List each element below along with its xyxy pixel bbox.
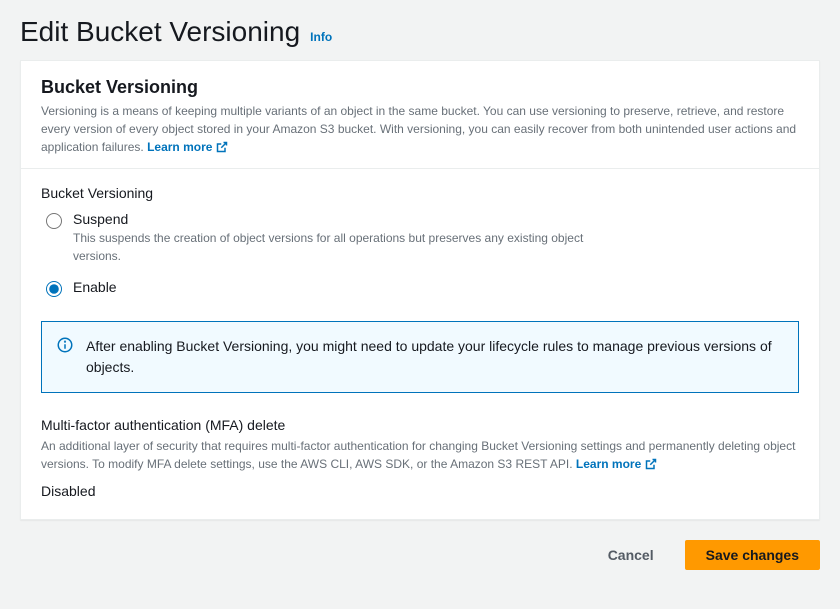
radio-suspend-label: Suspend [73,211,633,227]
panel-description: Versioning is a means of keeping multipl… [41,102,799,156]
panel-header: Bucket Versioning Versioning is a means … [21,61,819,169]
info-icon [56,336,74,354]
radio-suspend-description: This suspends the creation of object ver… [73,229,633,265]
learn-more-label: Learn more [576,455,641,473]
versioning-info-alert: After enabling Bucket Versioning, you mi… [41,321,799,393]
radio-enable[interactable] [46,281,62,297]
mfa-learn-more-link[interactable]: Learn more [576,455,657,473]
mfa-description-text: An additional layer of security that req… [41,439,795,471]
mfa-delete-value: Disabled [41,483,799,499]
versioning-radio-group: Suspend This suspends the creation of ob… [41,211,799,297]
radio-item-enable[interactable]: Enable [41,279,799,297]
save-changes-button[interactable]: Save changes [685,540,820,570]
page-footer: Cancel Save changes [20,540,820,570]
panel-body: Bucket Versioning Suspend This suspends … [21,169,819,519]
panel-title: Bucket Versioning [41,77,799,98]
info-link[interactable]: Info [310,30,332,44]
mfa-delete-section: Multi-factor authentication (MFA) delete… [41,417,799,499]
page-title: Edit Bucket Versioning [20,16,300,48]
panel-learn-more-link[interactable]: Learn more [147,138,228,156]
radio-enable-label: Enable [73,279,117,295]
radio-suspend[interactable] [46,213,62,229]
page-header: Edit Bucket Versioning Info [20,16,820,48]
mfa-title: Multi-factor authentication (MFA) delete [41,417,799,433]
bucket-versioning-panel: Bucket Versioning Versioning is a means … [20,60,820,520]
versioning-section-label: Bucket Versioning [41,185,799,201]
external-link-icon [216,141,228,153]
mfa-description: An additional layer of security that req… [41,437,799,473]
radio-item-suspend[interactable]: Suspend This suspends the creation of ob… [41,211,799,265]
learn-more-label: Learn more [147,138,212,156]
external-link-icon [645,458,657,470]
alert-text: After enabling Bucket Versioning, you mi… [86,338,772,375]
cancel-button[interactable]: Cancel [587,540,675,570]
